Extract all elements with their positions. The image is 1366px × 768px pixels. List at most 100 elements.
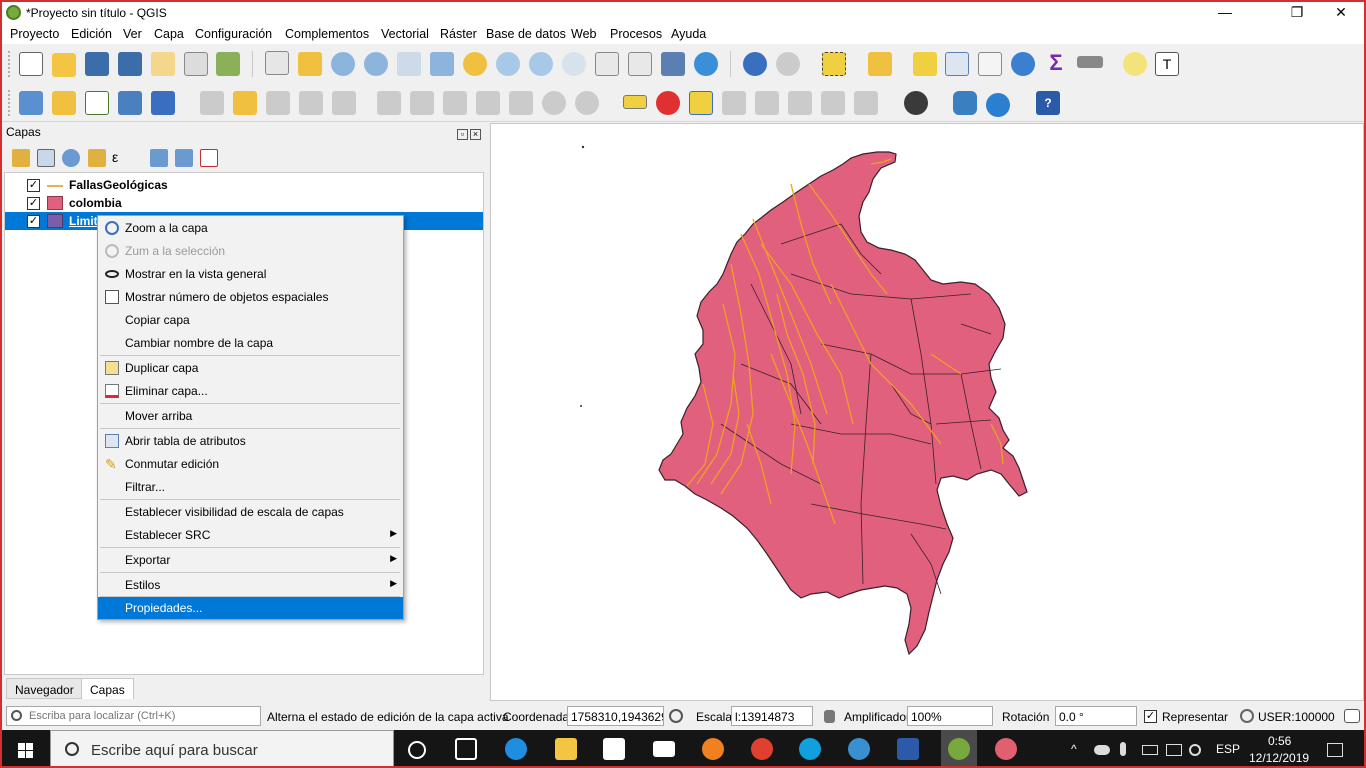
locator-bar[interactable] bbox=[6, 706, 261, 726]
plugin-network-icon[interactable] bbox=[986, 93, 1010, 117]
vertex-tool-icon[interactable] bbox=[332, 91, 356, 115]
delete-selected-icon[interactable] bbox=[410, 91, 434, 115]
start-button[interactable] bbox=[2, 730, 50, 766]
menu-item-properties[interactable]: Propiedades... bbox=[98, 597, 403, 619]
style-layer-icon[interactable] bbox=[12, 149, 30, 167]
menu-item-rename-layer[interactable]: Cambiar nombre de la capa bbox=[98, 332, 403, 354]
save-as-icon[interactable] bbox=[118, 52, 142, 76]
menu-item-zoom-selection[interactable]: Zum a la selección bbox=[98, 240, 403, 262]
app-orange-icon[interactable] bbox=[702, 738, 724, 760]
file-explorer-icon[interactable] bbox=[555, 738, 577, 760]
menu-item-duplicate-layer[interactable]: Duplicar capa bbox=[98, 357, 403, 379]
new-shapefile-icon[interactable] bbox=[85, 91, 109, 115]
zoom-last-icon[interactable] bbox=[529, 52, 553, 76]
menu-item-toggle-editing[interactable]: ✎ Conmutar edición bbox=[98, 453, 403, 475]
deselect-all-icon[interactable] bbox=[913, 52, 937, 76]
cut-features-icon[interactable] bbox=[443, 91, 467, 115]
save-edits-icon[interactable] bbox=[266, 91, 290, 115]
copy-features-icon[interactable] bbox=[476, 91, 500, 115]
new-map-view-icon[interactable] bbox=[595, 52, 619, 76]
select-features-icon[interactable] bbox=[822, 52, 846, 76]
filter-expression-icon[interactable]: ε bbox=[112, 149, 130, 167]
paste-features-icon[interactable] bbox=[509, 91, 533, 115]
menu-edicion[interactable]: Edición bbox=[71, 27, 112, 41]
processing-toolbox-icon[interactable] bbox=[1011, 52, 1035, 76]
tray-chevron-icon[interactable]: ^ bbox=[1071, 742, 1077, 756]
zoom-out-icon[interactable] bbox=[364, 52, 388, 76]
menu-base-de-datos[interactable]: Base de datos bbox=[486, 27, 566, 41]
map-canvas[interactable] bbox=[490, 123, 1364, 701]
digitize-icon[interactable] bbox=[118, 91, 142, 115]
language-indicator[interactable]: ESP bbox=[1216, 742, 1240, 756]
manage-visibility-icon[interactable] bbox=[62, 149, 80, 167]
word-icon[interactable] bbox=[897, 738, 919, 760]
edge-icon[interactable] bbox=[505, 738, 527, 760]
undock-panel-icon[interactable]: ▫ bbox=[457, 129, 468, 140]
show-bookmarks-icon[interactable] bbox=[661, 52, 685, 76]
cortana-icon[interactable] bbox=[408, 741, 426, 759]
add-layer-icon[interactable] bbox=[151, 91, 175, 115]
move-label-icon[interactable] bbox=[755, 91, 779, 115]
menu-item-zoom-layer[interactable]: Zoom a la capa bbox=[98, 217, 403, 239]
menu-item-styles[interactable]: Estilos ▶ bbox=[98, 574, 403, 596]
render-checkbox[interactable]: ✓ bbox=[1144, 710, 1157, 723]
attribute-table-icon[interactable] bbox=[945, 52, 969, 76]
close-button[interactable]: ✕ bbox=[1318, 2, 1364, 24]
network-icon[interactable] bbox=[1166, 744, 1182, 756]
scale-field[interactable]: l:13914873 bbox=[731, 706, 813, 726]
help-icon[interactable]: ? bbox=[1036, 91, 1060, 115]
search-app-icon[interactable] bbox=[848, 738, 870, 760]
toggle-editing-icon[interactable] bbox=[233, 91, 257, 115]
clock-date[interactable]: 12/12/2019 bbox=[1249, 751, 1309, 765]
layer-visibility-checkbox[interactable]: ✓ bbox=[27, 179, 40, 192]
statistics-icon[interactable] bbox=[978, 52, 1002, 76]
pan-hand-icon[interactable] bbox=[265, 51, 289, 75]
rotate-label-icon[interactable] bbox=[788, 91, 812, 115]
menu-proyecto[interactable]: Proyecto bbox=[10, 27, 59, 41]
menu-item-move-up[interactable]: Mover arriba bbox=[98, 405, 403, 427]
identify-icon[interactable] bbox=[743, 52, 767, 76]
menu-item-filter[interactable]: Filtrar... bbox=[98, 476, 403, 498]
menu-item-show-feature-count[interactable]: Mostrar número de objetos espaciales bbox=[98, 286, 403, 308]
menu-ayuda[interactable]: Ayuda bbox=[671, 27, 706, 41]
lock-scale-icon[interactable] bbox=[824, 710, 835, 723]
toolbar-grip[interactable] bbox=[8, 51, 12, 77]
add-vector-layer-icon[interactable] bbox=[52, 91, 76, 115]
measure-icon[interactable] bbox=[1077, 56, 1103, 68]
menu-item-export[interactable]: Exportar ▶ bbox=[98, 549, 403, 571]
open-project-icon[interactable] bbox=[52, 53, 76, 77]
locator-input[interactable] bbox=[29, 709, 257, 723]
actions-icon[interactable] bbox=[776, 52, 800, 76]
close-panel-icon[interactable]: × bbox=[470, 129, 481, 140]
zoom-selection-icon[interactable] bbox=[463, 52, 487, 76]
change-label-icon[interactable] bbox=[821, 91, 845, 115]
pin-labels-icon[interactable] bbox=[689, 91, 713, 115]
text-annotation-icon[interactable]: T bbox=[1155, 52, 1179, 76]
menu-capa[interactable]: Capa bbox=[154, 27, 184, 41]
python-console-icon[interactable] bbox=[953, 91, 977, 115]
add-group-icon[interactable] bbox=[37, 149, 55, 167]
minimize-button[interactable]: — bbox=[1202, 2, 1248, 24]
volume-icon[interactable] bbox=[1189, 744, 1201, 756]
crs-globe-icon[interactable] bbox=[1240, 709, 1254, 723]
add-feature-icon[interactable] bbox=[299, 91, 323, 115]
new-bookmark-icon[interactable] bbox=[628, 52, 652, 76]
clock-time[interactable]: 0:56 bbox=[1268, 734, 1291, 748]
undo-icon[interactable] bbox=[542, 91, 566, 115]
select-by-value-icon[interactable] bbox=[868, 52, 892, 76]
pan-to-selection-icon[interactable] bbox=[298, 52, 322, 76]
toolbar-grip[interactable] bbox=[8, 90, 12, 116]
task-view-icon[interactable] bbox=[455, 738, 477, 760]
onedrive-icon[interactable] bbox=[1094, 745, 1110, 755]
new-print-layout-icon[interactable] bbox=[151, 52, 175, 76]
label-properties-icon[interactable] bbox=[854, 91, 878, 115]
layout-manager-icon[interactable] bbox=[184, 52, 208, 76]
sum-icon[interactable]: Σ bbox=[1044, 52, 1068, 76]
microphone-icon[interactable] bbox=[1120, 742, 1126, 756]
new-project-icon[interactable] bbox=[19, 52, 43, 76]
zoom-layer-icon[interactable] bbox=[496, 52, 520, 76]
checkbox-icon[interactable] bbox=[105, 290, 119, 304]
expand-all-icon[interactable] bbox=[150, 149, 168, 167]
notifications-icon[interactable] bbox=[1327, 743, 1343, 757]
app-pink-icon[interactable] bbox=[995, 738, 1017, 760]
